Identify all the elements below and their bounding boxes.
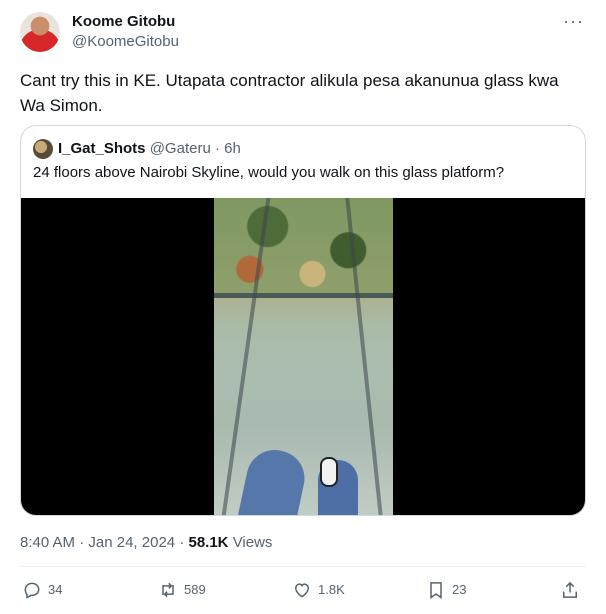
video-player[interactable] [21, 198, 585, 515]
quote-author-name: I_Gat_Shots [58, 140, 146, 157]
meta-separator: · [179, 534, 185, 551]
sneaker [320, 457, 338, 487]
tweet-text: Cant try this in KE. Utapata contractor … [20, 71, 559, 115]
like-count: 1.8K [318, 582, 345, 597]
quote-author-handle: @Gateru [149, 140, 211, 157]
divider [20, 566, 586, 567]
bookmark-icon [430, 582, 442, 599]
reply-count: 34 [48, 582, 63, 597]
reply-button[interactable]: 34 [22, 580, 62, 600]
more-horizontal-icon[interactable]: ··· [563, 12, 584, 30]
bookmark-button[interactable]: 23 [426, 580, 466, 600]
tweet-meta: 8:40 AM · Jan 24, 2024 · 58.1K Views [20, 533, 272, 553]
tweet-time[interactable]: 8:40 AM [20, 534, 75, 551]
retweet-count: 589 [184, 582, 206, 597]
quote-author-avatar [33, 139, 53, 159]
retweet-icon [162, 582, 174, 598]
retweet-button[interactable]: 589 [158, 580, 206, 600]
video-frame [214, 198, 393, 515]
action-bar: 34 589 1.8K 23 [20, 580, 586, 606]
views-label: Views [232, 534, 273, 551]
quote-header: I_Gat_Shots @Gateru · 6h [58, 139, 241, 159]
like-button[interactable]: 1.8K [292, 580, 345, 600]
quote-time: 6h [224, 140, 241, 157]
author-name[interactable]: Koome Gitobu [72, 12, 179, 32]
tweet-date[interactable]: Jan 24, 2024 [88, 534, 175, 551]
author-block: Koome Gitobu @KoomeGitobu [72, 12, 179, 52]
meta-separator: · [79, 534, 85, 551]
quoted-tweet[interactable]: I_Gat_Shots @Gateru · 6h 24 floors above… [20, 125, 586, 516]
author-avatar[interactable] [20, 12, 60, 52]
quote-separator: · [214, 140, 220, 157]
bookmark-count: 23 [452, 582, 467, 597]
city-view [214, 198, 393, 293]
quote-text: 24 floors above Nairobi Skyline, would y… [33, 164, 505, 181]
share-button[interactable] [560, 580, 580, 600]
author-handle[interactable]: @KoomeGitobu [72, 32, 179, 52]
share-icon [563, 581, 577, 598]
heart-icon [294, 583, 310, 598]
reply-icon [24, 582, 40, 599]
views-count: 58.1K [188, 534, 229, 551]
